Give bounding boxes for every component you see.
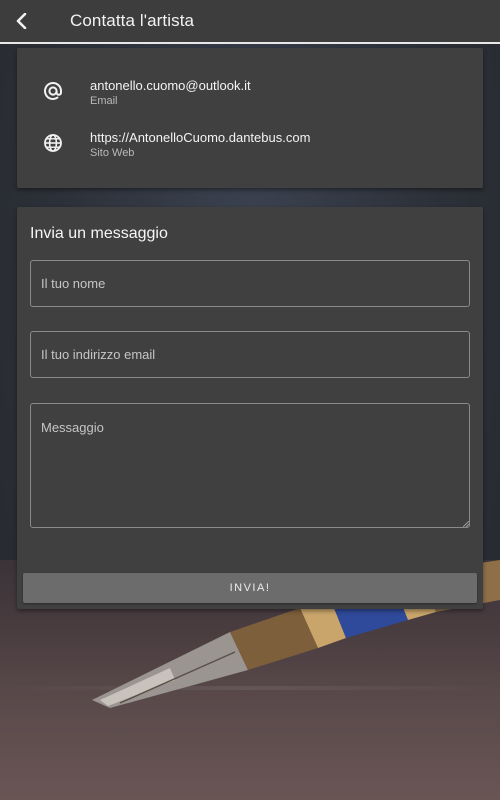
contact-email-label: Email bbox=[90, 95, 118, 107]
back-button[interactable] bbox=[0, 0, 44, 43]
contact-email-value: antonello.cuomo@outlook.it bbox=[90, 78, 251, 93]
resize-handle-icon[interactable] bbox=[463, 521, 469, 527]
send-button[interactable]: INVIA! bbox=[23, 573, 477, 603]
message-form-card: Invia un messaggio INVIA! bbox=[17, 207, 483, 609]
globe-icon bbox=[44, 134, 62, 152]
app-bar: Contatta l'artista bbox=[0, 0, 500, 44]
contact-website-row[interactable]: https://AntonelloCuomo.dantebus.com Sito… bbox=[17, 130, 483, 170]
form-title: Invia un messaggio bbox=[30, 225, 168, 242]
contact-email-row[interactable]: antonello.cuomo@outlook.it Email bbox=[17, 78, 483, 118]
page-title: Contatta l'artista bbox=[70, 11, 195, 30]
contact-website-label: Sito Web bbox=[90, 147, 135, 159]
message-textarea[interactable] bbox=[30, 403, 470, 528]
contact-website-value: https://AntonelloCuomo.dantebus.com bbox=[90, 130, 311, 145]
at-sign-icon bbox=[44, 82, 62, 100]
email-input[interactable] bbox=[30, 331, 470, 378]
chevron-left-icon bbox=[16, 13, 27, 29]
contact-info-card: antonello.cuomo@outlook.it Email https:/… bbox=[17, 48, 483, 188]
name-input[interactable] bbox=[30, 260, 470, 307]
